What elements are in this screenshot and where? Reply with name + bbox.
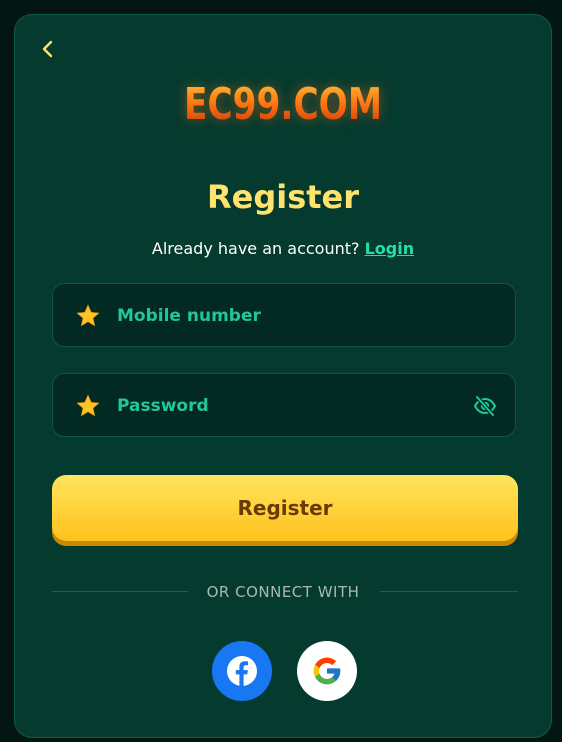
password-placeholder: Password xyxy=(117,396,209,416)
mobile-number-placeholder: Mobile number xyxy=(117,306,261,326)
back-chevron-icon[interactable] xyxy=(39,37,59,61)
register-card: EC99.COM Register Already have an accoun… xyxy=(14,14,552,738)
password-field[interactable]: Password xyxy=(52,373,516,437)
divider-right xyxy=(380,591,518,592)
required-star-icon xyxy=(76,394,100,417)
login-prompt-text: Already have an account? xyxy=(151,239,365,258)
required-star-icon xyxy=(76,304,100,327)
facebook-login-button[interactable] xyxy=(212,641,272,701)
google-icon xyxy=(313,657,341,685)
eye-off-icon[interactable] xyxy=(473,394,497,418)
google-login-button[interactable] xyxy=(297,641,357,701)
facebook-icon xyxy=(227,656,257,686)
login-prompt: Already have an account? Login xyxy=(15,238,551,260)
login-link[interactable]: Login xyxy=(365,239,415,258)
divider-text: OR CONNECT WITH xyxy=(206,583,360,601)
register-button[interactable]: Register xyxy=(52,475,518,541)
brand-logo: EC99.COM xyxy=(74,79,492,131)
mobile-number-field[interactable]: Mobile number xyxy=(52,283,516,347)
page-title: Register xyxy=(206,178,360,216)
